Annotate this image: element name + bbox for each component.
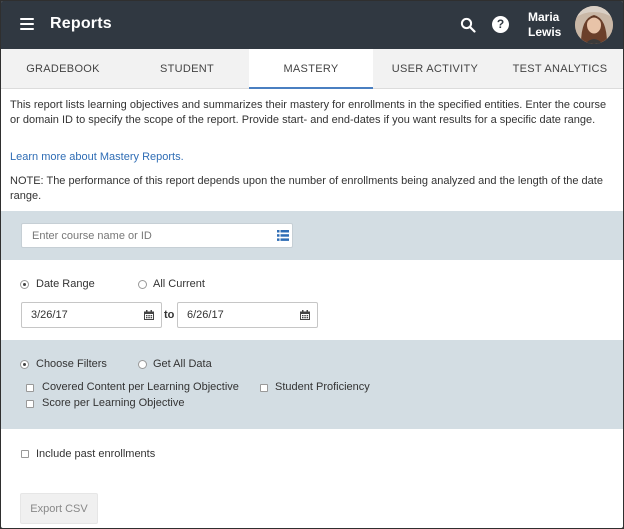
covered-content-checkbox[interactable] xyxy=(26,384,34,392)
end-date-input[interactable] xyxy=(177,302,318,328)
tab-user-activity[interactable]: USER ACTIVITY xyxy=(373,49,497,89)
tab-gradebook[interactable]: GRADEBOOK xyxy=(1,49,125,89)
student-proficiency-checkbox[interactable] xyxy=(260,384,268,392)
get-all-data-label: Get All Data xyxy=(153,358,212,370)
choose-filters-label: Choose Filters xyxy=(36,358,107,370)
performance-note: NOTE: The performance of this report dep… xyxy=(10,175,603,202)
all-current-radio[interactable] xyxy=(138,280,147,289)
export-csv-button[interactable]: Export CSV xyxy=(20,493,98,524)
search-icon[interactable] xyxy=(460,17,476,33)
student-proficiency-label: Student Proficiency xyxy=(275,381,370,393)
app-window: Reports ? Maria Lewis GRADEBOOK STUDENT … xyxy=(1,1,623,528)
include-past-enrollments-label: Include past enrollments xyxy=(36,448,156,460)
tab-test-analytics[interactable]: TEST ANALYTICS xyxy=(497,49,623,89)
report-tabs: GRADEBOOK STUDENT MASTERY USER ACTIVITY … xyxy=(1,49,623,89)
all-current-label: All Current xyxy=(153,278,205,290)
filters-panel: Choose Filters Get All Data Covered Cont… xyxy=(1,340,623,429)
calendar-icon[interactable] xyxy=(300,310,310,320)
start-date-input[interactable] xyxy=(21,302,162,328)
list-icon[interactable] xyxy=(277,230,289,241)
user-last-name: Lewis xyxy=(528,25,562,39)
choose-filters-radio[interactable] xyxy=(20,360,29,369)
include-past-enrollments-checkbox[interactable] xyxy=(21,450,29,458)
get-all-data-radio[interactable] xyxy=(138,360,147,369)
covered-content-label: Covered Content per Learning Objective xyxy=(42,381,239,393)
tab-student[interactable]: STUDENT xyxy=(125,49,249,89)
intro-text: This report lists learning objectives an… xyxy=(10,99,607,126)
calendar-icon[interactable] xyxy=(144,310,154,320)
score-per-objective-label: Score per Learning Objective xyxy=(42,397,185,409)
user-first-name: Maria xyxy=(528,10,560,24)
user-name[interactable]: Maria Lewis xyxy=(528,10,561,40)
app-header: Reports ? Maria Lewis xyxy=(1,1,623,49)
learn-more-link[interactable]: Learn more about Mastery Reports. xyxy=(10,151,184,163)
menu-icon[interactable] xyxy=(20,18,34,30)
page-title: Reports xyxy=(50,15,112,32)
avatar[interactable] xyxy=(575,6,613,44)
tab-mastery[interactable]: MASTERY xyxy=(249,49,373,89)
score-per-objective-checkbox[interactable] xyxy=(26,400,34,408)
help-icon[interactable]: ? xyxy=(492,16,509,33)
course-panel xyxy=(1,211,623,260)
course-search-input[interactable] xyxy=(21,223,293,248)
date-range-label: Date Range xyxy=(36,278,95,290)
date-range-radio[interactable] xyxy=(20,280,29,289)
date-to-label: to xyxy=(164,309,175,321)
